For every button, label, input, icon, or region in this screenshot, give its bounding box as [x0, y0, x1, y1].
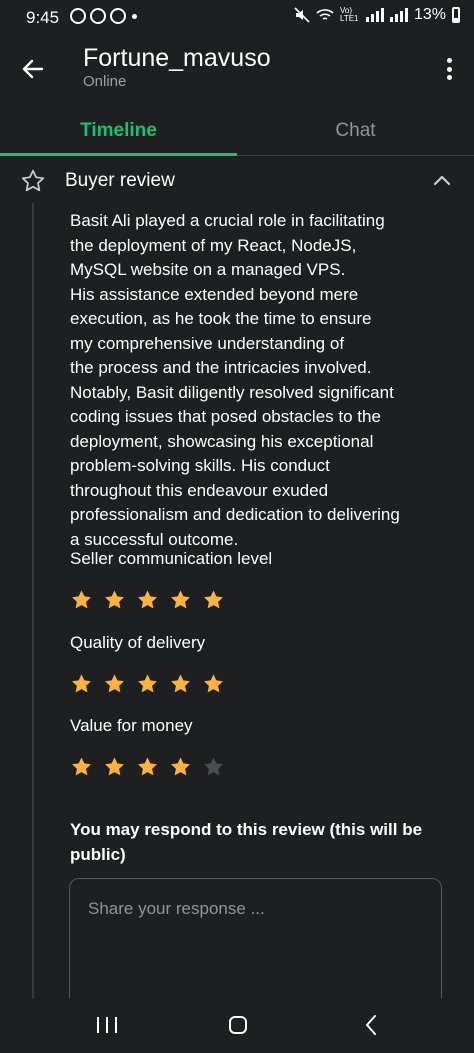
- system-nav-bar: [0, 998, 474, 1053]
- respond-label: You may respond to this review (this wil…: [70, 820, 423, 864]
- star-icon: [204, 757, 223, 776]
- star-icon: [72, 674, 91, 693]
- star-icon: [204, 590, 223, 609]
- tab-timeline[interactable]: Timeline: [0, 106, 237, 156]
- rating-label-quality: Quality of delivery: [70, 633, 206, 652]
- star-icon: [171, 590, 190, 609]
- app-notification-icon: [110, 8, 126, 24]
- review-text: Basit Ali played a crucial role in facil…: [70, 211, 400, 549]
- tab-chat[interactable]: Chat: [237, 106, 474, 156]
- status-right: Vo) LTE1 13%: [294, 6, 460, 24]
- star-icon: [72, 757, 91, 776]
- wifi-icon: [316, 9, 334, 20]
- online-status: Online: [83, 73, 127, 90]
- status-time: 9:45: [26, 8, 60, 27]
- response-input[interactable]: [69, 878, 442, 1018]
- timeline-line: [32, 203, 34, 998]
- app-bar: Fortune_mavuso Online: [0, 34, 474, 106]
- battery-percent: 13%: [413, 6, 446, 23]
- star-icon: [105, 674, 124, 693]
- status-bar: 9:45 Vo) LTE1 13%: [0, 0, 474, 34]
- signal-icon: [365, 8, 384, 22]
- rating-stars-value: [70, 756, 225, 778]
- nav-home-icon[interactable]: [229, 1016, 247, 1034]
- tab-bar: Timeline Chat: [0, 106, 474, 156]
- star-icon: [72, 590, 91, 609]
- nav-back-icon[interactable]: [364, 1014, 378, 1036]
- tab-active-indicator: [0, 153, 237, 156]
- messenger-icon: [70, 8, 86, 24]
- star-icon: [138, 757, 157, 776]
- star-icon: [105, 590, 124, 609]
- signal-2-icon: [389, 8, 408, 22]
- battery-icon: [452, 7, 460, 23]
- more-notifications-dot-icon: [132, 14, 137, 19]
- star-icon: [105, 757, 124, 776]
- star-icon: [171, 757, 190, 776]
- more-vert-icon[interactable]: [444, 54, 454, 84]
- notification-icons: [70, 8, 126, 24]
- star-icon: [138, 674, 157, 693]
- chevron-up-icon[interactable]: [432, 172, 452, 188]
- rating-label-value: Value for money: [70, 716, 193, 735]
- star-icon: [204, 674, 223, 693]
- contact-name: Fortune_mavuso: [83, 44, 271, 72]
- review-header[interactable]: Buyer review: [0, 160, 474, 202]
- nav-recents-icon[interactable]: [97, 1017, 117, 1033]
- star-icon: [138, 590, 157, 609]
- rating-stars-quality: [70, 673, 225, 695]
- rating-label-communication: Seller communication level: [70, 549, 273, 568]
- star-icon: [171, 674, 190, 693]
- star-outline-icon: [21, 169, 45, 192]
- rating-stars-communication: [70, 589, 225, 611]
- back-arrow-icon[interactable]: [18, 54, 48, 84]
- mute-icon: [294, 7, 310, 23]
- whatsapp-icon: [90, 8, 106, 24]
- review-title: Buyer review: [65, 170, 175, 191]
- network-label: Vo) LTE1: [339, 6, 359, 23]
